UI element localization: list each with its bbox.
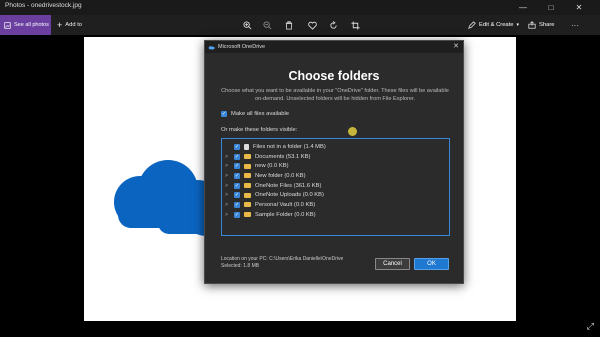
folder-icon bbox=[244, 163, 251, 169]
folder-icon bbox=[244, 173, 251, 179]
close-window-button[interactable]: ✕ bbox=[568, 0, 590, 15]
checkbox-checked-icon[interactable]: ✓ bbox=[234, 182, 240, 189]
gallery-icon bbox=[4, 21, 11, 29]
file-icon bbox=[244, 143, 249, 150]
tree-item[interactable]: > ✓ OneNote Uploads (0.0 KB) bbox=[222, 190, 449, 200]
onedrive-icon bbox=[208, 45, 215, 49]
share-button[interactable]: Share bbox=[528, 15, 554, 35]
dialog-footer-info: Location on your PC: C:\Users\Erika Dani… bbox=[221, 256, 343, 270]
tree-item[interactable]: ✓ Files not in a folder (1.4 MB) bbox=[222, 142, 449, 152]
chevron-right-icon[interactable]: > bbox=[225, 173, 230, 179]
tree-item-label: OneNote Uploads (0.0 KB) bbox=[255, 192, 324, 199]
chevron-right-icon[interactable]: > bbox=[225, 183, 230, 189]
tree-item-label: Files not in a folder (1.4 MB) bbox=[253, 143, 326, 150]
folder-icon bbox=[244, 212, 251, 218]
tree-item-label: Personal Vault (0.0 KB) bbox=[255, 201, 316, 208]
checkbox-checked-icon[interactable]: ✓ bbox=[234, 163, 240, 170]
onedrive-dialog: Microsoft OneDrive ✕ Choose folders Choo… bbox=[204, 40, 464, 284]
dialog-header: Microsoft OneDrive ✕ bbox=[205, 41, 463, 53]
toolbar: See all photos + Add to Edit & Create ▾ … bbox=[0, 15, 600, 35]
tree-item[interactable]: > ✓ New folder (0.0 KB) bbox=[222, 171, 449, 181]
make-all-files-label: Make all files available bbox=[231, 111, 289, 117]
tree-item-label: Documents (53.1 KB) bbox=[255, 153, 311, 160]
or-make-visible-label: Or make these folders visible: bbox=[221, 127, 298, 133]
maximize-button[interactable]: □ bbox=[540, 0, 562, 15]
rotate-icon[interactable] bbox=[326, 18, 340, 32]
mouse-cursor-highlight bbox=[348, 127, 357, 136]
plus-icon: + bbox=[57, 20, 63, 30]
selected-size-text: Selected: 1.8 MB bbox=[221, 263, 260, 269]
make-all-files-checkbox[interactable]: ✓ Make all files available bbox=[221, 111, 289, 117]
fullscreen-icon[interactable]: ⤢ bbox=[587, 321, 594, 332]
checkbox-checked-icon[interactable]: ✓ bbox=[234, 211, 240, 218]
checkbox-checked-icon[interactable]: ✓ bbox=[234, 172, 240, 179]
more-options-icon[interactable]: ··· bbox=[568, 18, 582, 32]
edit-create-label: Edit & Create bbox=[479, 22, 514, 28]
tree-item-label: OneNote Files (361.6 KB) bbox=[255, 182, 322, 189]
edit-icon bbox=[468, 21, 476, 29]
dialog-description: Choose what you want to be available in … bbox=[221, 88, 449, 102]
see-all-photos-label: See all photos bbox=[14, 22, 49, 28]
favorite-icon[interactable] bbox=[305, 18, 319, 32]
window-title: Photos - onedrivestock.jpg bbox=[5, 2, 82, 9]
dialog-title: Choose folders bbox=[288, 69, 380, 83]
delete-icon[interactable] bbox=[282, 18, 296, 32]
folder-icon bbox=[244, 192, 251, 198]
folder-icon bbox=[244, 154, 251, 160]
folder-icon bbox=[244, 183, 251, 189]
checkbox-checked-icon: ✓ bbox=[221, 111, 227, 117]
crop-icon[interactable] bbox=[348, 18, 362, 32]
tree-item[interactable]: > ✓ Personal Vault (0.0 KB) bbox=[222, 200, 449, 210]
tree-item[interactable]: > ✓ Documents (53.1 KB) bbox=[222, 152, 449, 162]
minimize-button[interactable]: — bbox=[512, 0, 534, 15]
chevron-right-icon[interactable]: > bbox=[225, 202, 230, 208]
chevron-right-icon[interactable]: > bbox=[225, 163, 230, 169]
checkbox-checked-icon[interactable]: ✓ bbox=[234, 192, 240, 199]
tree-item-label: New folder (0.0 KB) bbox=[255, 172, 306, 179]
chevron-right-icon[interactable]: > bbox=[225, 192, 230, 198]
add-to-label: Add to bbox=[65, 22, 83, 28]
tree-item-label: Sample Folder (0.0 KB) bbox=[255, 211, 316, 218]
chevron-right-icon[interactable]: > bbox=[225, 154, 230, 160]
tree-item[interactable]: > ✓ Sample Folder (0.0 KB) bbox=[222, 210, 449, 220]
checkbox-checked-icon[interactable]: ✓ bbox=[234, 143, 240, 150]
dialog-header-title: Microsoft OneDrive bbox=[218, 44, 266, 50]
ok-button[interactable]: OK bbox=[414, 258, 449, 270]
see-all-photos-button[interactable]: See all photos bbox=[0, 15, 51, 35]
zoom-in-icon[interactable] bbox=[240, 18, 254, 32]
share-icon bbox=[528, 21, 536, 29]
chevron-right-icon[interactable]: > bbox=[225, 212, 230, 218]
tree-item[interactable]: > ✓ new (0.0 KB) bbox=[222, 161, 449, 171]
location-text: Location on your PC: C:\Users\Erika Dani… bbox=[221, 256, 344, 262]
checkbox-checked-icon[interactable]: ✓ bbox=[234, 153, 240, 160]
chevron-down-icon: ▾ bbox=[516, 22, 519, 28]
cancel-button[interactable]: Cancel bbox=[375, 258, 410, 270]
edit-create-button[interactable]: Edit & Create ▾ bbox=[468, 15, 519, 35]
folder-tree: ✓ Files not in a folder (1.4 MB) > ✓ Doc… bbox=[221, 138, 450, 236]
tree-item-label: new (0.0 KB) bbox=[255, 163, 289, 170]
tree-item[interactable]: > ✓ OneNote Files (361.6 KB) bbox=[222, 181, 449, 191]
add-to-button[interactable]: + Add to bbox=[57, 15, 82, 35]
zoom-out-icon[interactable] bbox=[260, 18, 274, 32]
checkbox-checked-icon[interactable]: ✓ bbox=[234, 201, 240, 208]
folder-icon bbox=[244, 202, 251, 208]
share-label: Share bbox=[539, 22, 555, 28]
title-bar: Photos - onedrivestock.jpg — □ ✕ bbox=[0, 0, 600, 15]
close-icon[interactable]: ✕ bbox=[453, 42, 459, 50]
